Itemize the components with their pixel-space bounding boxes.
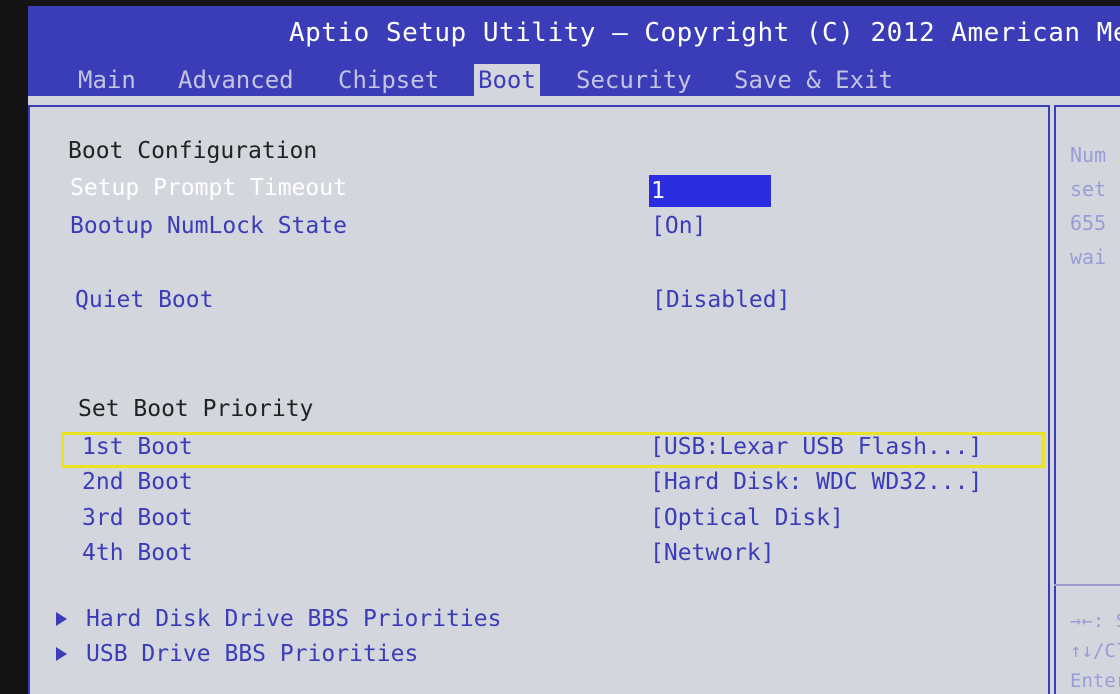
- submenu-arrow-icon: [56, 612, 67, 626]
- submenu-arrow-icon: [56, 647, 67, 661]
- quiet-boot-label[interactable]: Quiet Boot: [75, 285, 213, 315]
- help-line: 655: [1070, 211, 1107, 235]
- boot-3rd-label[interactable]: 3rd Boot: [82, 503, 193, 533]
- tab-main[interactable]: Main: [78, 64, 136, 96]
- title-text: Aptio Setup Utility – Copyright (C) 2012…: [289, 18, 1120, 48]
- help-key-line: ↑↓/Cl: [1070, 640, 1120, 662]
- boot-2nd-value[interactable]: [Hard Disk: WDC WD32...]: [650, 467, 982, 497]
- help-key-line: Enter: [1070, 670, 1120, 692]
- set-boot-priority-heading: Set Boot Priority: [78, 396, 314, 422]
- boot-4th-value[interactable]: [Network]: [650, 538, 775, 568]
- tab-advanced[interactable]: Advanced: [178, 64, 294, 96]
- boot-1st-value[interactable]: [USB:Lexar USB Flash...]: [650, 432, 982, 462]
- submenu-usb-bbs[interactable]: USB Drive BBS Priorities: [86, 639, 418, 669]
- tab-save-exit[interactable]: Save & Exit: [734, 64, 893, 96]
- setup-prompt-timeout-label[interactable]: Setup Prompt Timeout: [70, 173, 347, 203]
- boot-2nd-label[interactable]: 2nd Boot: [82, 467, 193, 497]
- submenu-hard-disk-bbs[interactable]: Hard Disk Drive BBS Priorities: [86, 604, 501, 634]
- help-key-line: →←: S: [1070, 610, 1120, 632]
- setup-prompt-timeout-input[interactable]: 1: [649, 175, 771, 207]
- help-line: Num: [1070, 143, 1107, 167]
- boot-4th-label[interactable]: 4th Boot: [82, 538, 193, 568]
- tab-boot[interactable]: Boot: [474, 64, 540, 96]
- bootup-numlock-state-value[interactable]: [On]: [651, 211, 706, 241]
- help-line: wai: [1070, 245, 1107, 269]
- title-bar: Aptio Setup Utility – Copyright (C) 2012…: [28, 6, 1120, 96]
- bios-screen: Aptio Setup Utility – Copyright (C) 2012…: [28, 6, 1120, 694]
- boot-3rd-value[interactable]: [Optical Disk]: [650, 503, 844, 533]
- boot-configuration-heading: Boot Configuration: [68, 138, 318, 164]
- quiet-boot-value[interactable]: [Disabled]: [652, 285, 790, 315]
- tab-security[interactable]: Security: [576, 64, 692, 96]
- tab-chipset[interactable]: Chipset: [338, 64, 439, 96]
- help-divider: [1054, 584, 1120, 586]
- help-line: set: [1070, 177, 1107, 201]
- bootup-numlock-state-label[interactable]: Bootup NumLock State: [70, 211, 347, 241]
- boot-1st-label[interactable]: 1st Boot: [82, 432, 193, 462]
